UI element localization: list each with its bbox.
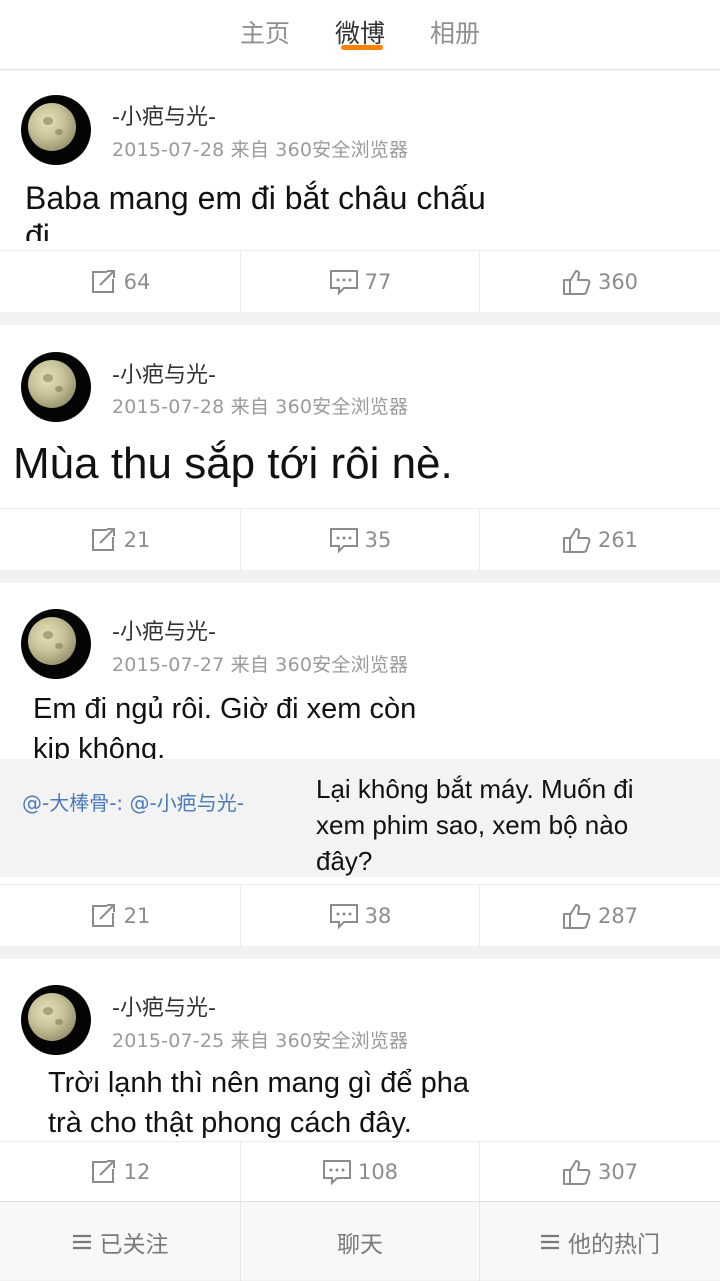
repost-button[interactable]: 21 — [0, 509, 240, 571]
like-count: 261 — [597, 528, 639, 552]
comment-count: 108 — [357, 1160, 399, 1184]
username[interactable]: -小疤与光- — [112, 357, 216, 389]
repost-icon — [91, 904, 115, 927]
post-meta: 2015-07-27 来自 360安全浏览器 — [112, 654, 409, 676]
thumbs-up-icon — [562, 270, 591, 295]
comment-button[interactable]: 108 — [240, 1142, 480, 1202]
thumbs-up-icon — [562, 904, 591, 929]
comment-button[interactable]: 38 — [240, 885, 480, 947]
post-text: Mùa thu sắp tới rôi nè. — [13, 439, 453, 488]
thumbs-up-icon — [562, 528, 591, 553]
like-count: 287 — [597, 904, 639, 928]
comment-icon — [329, 904, 358, 930]
post-meta: 2015-07-28 来自 360安全浏览器 — [112, 396, 409, 418]
post-card[interactable]: -小疤与光- 2015-07-28 来自 360安全浏览器 Mùa thu sắ… — [0, 325, 720, 571]
repost-count: 21 — [123, 528, 151, 552]
comment-icon — [322, 1160, 351, 1186]
repost-icon — [91, 1160, 115, 1183]
repost-count: 64 — [123, 270, 151, 294]
repost-count: 21 — [123, 904, 151, 928]
tab-home[interactable]: 主页 — [225, 14, 305, 50]
like-button[interactable]: 360 — [480, 251, 720, 313]
post-card[interactable]: -小疤与光- 2015-07-28 来自 360安全浏览器 Baba mang … — [0, 71, 720, 313]
post-text: Em đi ngủ rôi. Giờ đi xem còn kịp không. — [33, 693, 417, 765]
repost-button[interactable]: 12 — [0, 1142, 240, 1202]
like-button[interactable]: 287 — [480, 885, 720, 947]
bottom-action-bar: 已关注 聊天 他的热门 — [0, 1201, 720, 1281]
post-meta: 2015-07-28 来自 360安全浏览器 — [112, 139, 409, 161]
comment-button[interactable]: 77 — [240, 251, 480, 313]
menu-icon — [72, 1234, 91, 1249]
menu-icon — [541, 1234, 559, 1249]
post-actions: 12 108 307 — [0, 1141, 720, 1202]
thumbs-up-icon — [562, 1160, 591, 1185]
repost-mention[interactable]: @-大棒骨-: @-小疤与光- — [22, 787, 244, 816]
comment-count: 77 — [364, 270, 392, 294]
avatar[interactable] — [21, 985, 91, 1055]
comment-icon — [329, 270, 358, 296]
chat-label: 聊天 — [337, 1231, 383, 1258]
username[interactable]: -小疤与光- — [112, 614, 216, 646]
profile-tab-bar: 主页 微博 相册 — [0, 0, 720, 70]
comment-count: 35 — [364, 528, 392, 552]
following-button[interactable]: 已关注 — [0, 1202, 240, 1281]
repost-icon — [91, 270, 115, 293]
like-count: 307 — [597, 1160, 639, 1184]
his-popular-button[interactable]: 他的热门 — [480, 1202, 720, 1281]
repost-count: 12 — [123, 1160, 151, 1184]
following-label: 已关注 — [99, 1231, 169, 1258]
active-tab-indicator — [341, 45, 383, 50]
avatar[interactable] — [21, 95, 91, 165]
post-actions: 21 35 261 — [0, 508, 720, 571]
repost-button[interactable]: 21 — [0, 885, 240, 947]
post-text: Baba mang em đi bắt châu chấu đi. — [25, 180, 486, 241]
like-button[interactable]: 261 — [480, 509, 720, 571]
tab-album[interactable]: 相册 — [415, 14, 495, 50]
username[interactable]: -小疤与光- — [112, 990, 216, 1022]
comment-button[interactable]: 35 — [240, 509, 480, 571]
chat-button[interactable]: 聊天 — [240, 1202, 480, 1281]
like-button[interactable]: 307 — [480, 1142, 720, 1202]
post-meta: 2015-07-25 来自 360安全浏览器 — [112, 1030, 409, 1052]
like-count: 360 — [597, 270, 639, 294]
repost-button[interactable]: 64 — [0, 251, 240, 313]
post-text: Trời lạnh thì nên mang gì để pha trà cho… — [48, 1067, 469, 1139]
avatar[interactable] — [21, 352, 91, 422]
post-card[interactable]: -小疤与光- 2015-07-25 来自 360安全浏览器 Trời lạnh … — [0, 959, 720, 1202]
avatar[interactable] — [21, 609, 91, 679]
post-actions: 64 77 360 — [0, 250, 720, 313]
post-card[interactable]: -小疤与光- 2015-07-27 来自 360安全浏览器 Em đi ngủ … — [0, 583, 720, 947]
post-actions: 21 38 287 — [0, 884, 720, 947]
comment-icon — [329, 528, 358, 554]
repost-text: Lại không bắt máy. Muốn đi xem phim sao,… — [316, 774, 634, 876]
repost-icon — [91, 528, 115, 551]
comment-count: 38 — [364, 904, 392, 928]
username[interactable]: -小疤与光- — [112, 99, 216, 131]
repost-box[interactable]: @-大棒骨-: @-小疤与光- Lại không bắt máy. Muốn … — [0, 759, 720, 877]
his-popular-label: 他的热门 — [568, 1231, 660, 1258]
